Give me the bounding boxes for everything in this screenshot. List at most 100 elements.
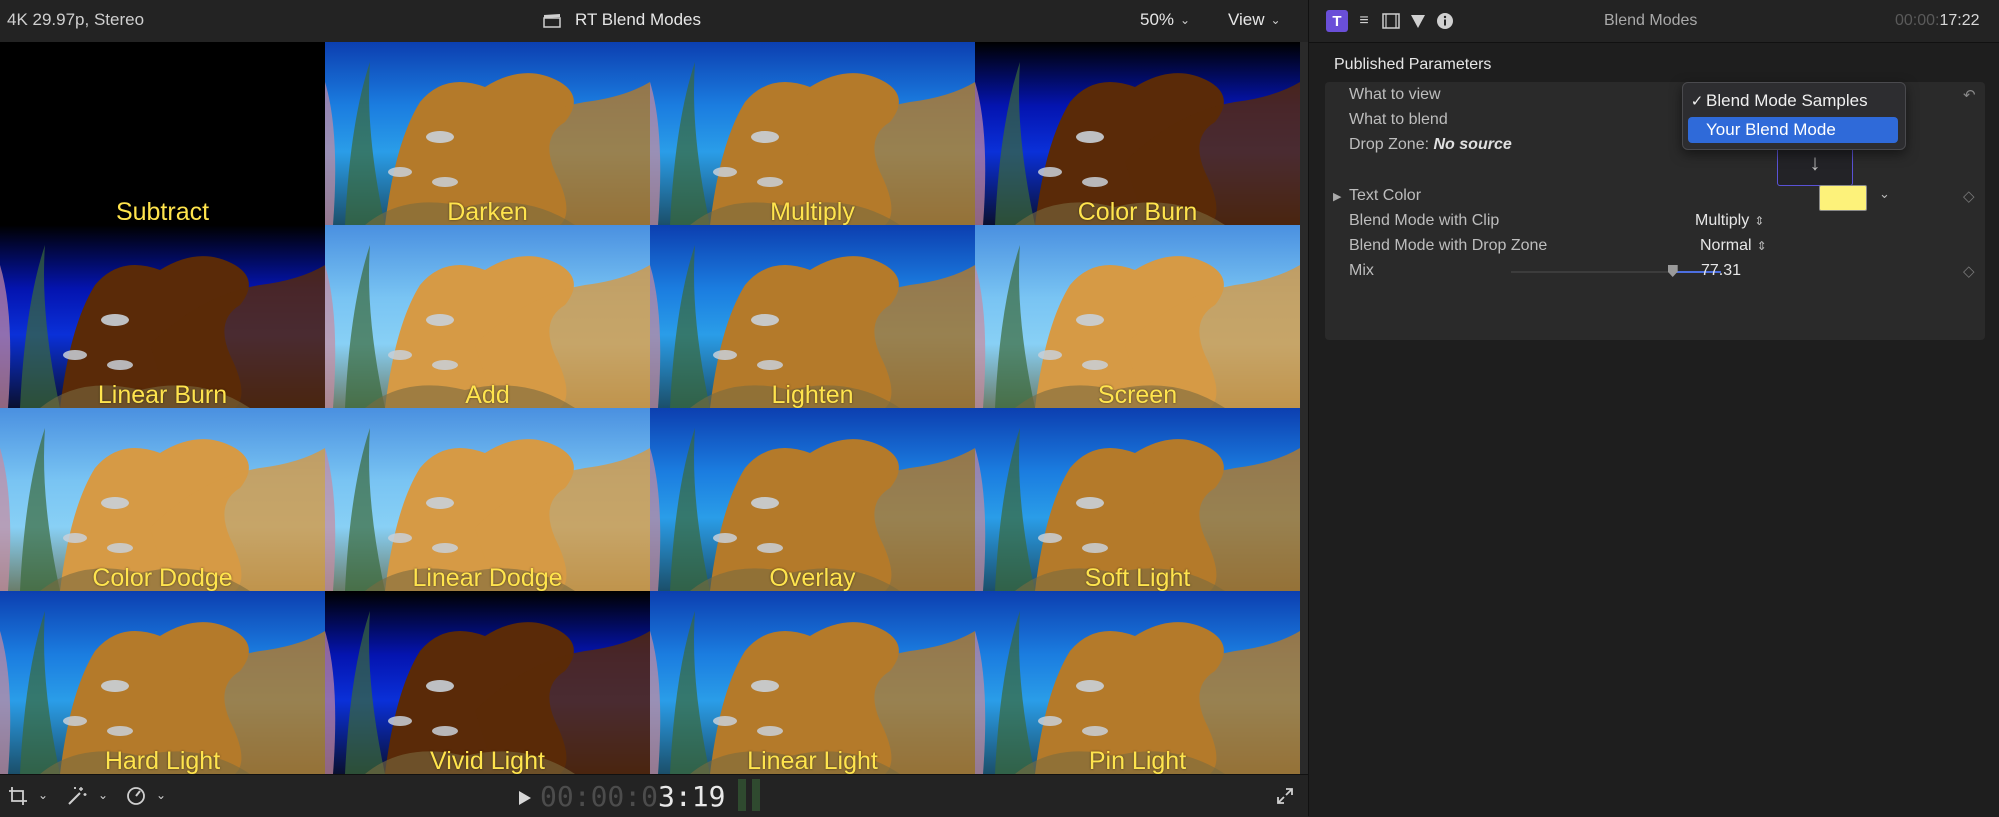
- enhance-menu[interactable]: ⌄: [66, 783, 108, 809]
- text-inspector-button[interactable]: T: [1326, 10, 1348, 32]
- view-menu[interactable]: View ⌄: [1228, 10, 1281, 30]
- blend-tile: Multiply: [650, 42, 975, 225]
- keyframe-diamond-icon[interactable]: ◇: [1963, 187, 1975, 205]
- expand-icon: [1277, 788, 1293, 804]
- blend-mode-label: Vivid Light: [430, 747, 545, 774]
- blend-clip-label: Blend Mode with Clip: [1349, 212, 1500, 229]
- blend-tile: Add: [325, 225, 650, 408]
- filter-inspector-button[interactable]: [1407, 10, 1429, 32]
- text-color-label: Text Color: [1349, 187, 1422, 204]
- chevron-down-icon: ⌄: [156, 788, 167, 802]
- blend-tile: Linear Light: [650, 591, 975, 774]
- blend-mode-label: Screen: [1097, 381, 1178, 408]
- blend-mode-label: Darken: [447, 198, 528, 225]
- clapper-icon: [543, 13, 561, 28]
- section-heading: Published Parameters: [1334, 56, 1492, 73]
- blend-mode-label: Subtract: [115, 198, 210, 225]
- transform-menu[interactable]: ⌄: [8, 783, 48, 809]
- fullscreen-button[interactable]: [1276, 783, 1294, 809]
- timecode-display: 00:00:03:19: [540, 780, 726, 813]
- blend-mode-label: Color Burn: [1077, 198, 1198, 225]
- blend-tile: Hard Light: [0, 591, 325, 774]
- text-color-swatch[interactable]: [1819, 185, 1867, 211]
- dropdown-option-your-blend-mode[interactable]: Your Blend Mode: [1688, 117, 1898, 143]
- film-icon: [1382, 13, 1400, 29]
- blend-mode-label: Overlay: [769, 564, 856, 591]
- viewer-header: 4K 29.97p, Stereo RT Blend Modes 50% ⌄ Vi…: [0, 0, 1308, 43]
- retime-menu[interactable]: ⌄: [126, 783, 166, 809]
- chevron-down-icon[interactable]: ⌄: [1879, 186, 1890, 202]
- what-to-blend-label: What to blend: [1349, 111, 1448, 128]
- drop-zone-value: No source: [1433, 136, 1512, 153]
- viewer-footer: ⌄ ⌄ ⌄ 00:00:03:19: [0, 774, 1308, 817]
- blend-mode-label: Color Dodge: [92, 564, 233, 591]
- chevron-down-icon: ⌄: [38, 788, 49, 802]
- format-info: 4K 29.97p, Stereo: [7, 10, 145, 29]
- dropdown-option-blend-mode-samples[interactable]: ✓ Blend Mode Samples: [1688, 88, 1898, 114]
- zoom-menu[interactable]: 50% ⌄: [1140, 10, 1190, 30]
- blend-mode-label: Multiply: [770, 198, 855, 225]
- drop-zone-label: Drop Zone: No source: [1349, 136, 1512, 153]
- blend-tile: Linear Burn: [0, 225, 325, 408]
- blend-tile: Soft Light: [975, 408, 1300, 591]
- meter-left: [738, 779, 746, 811]
- magic-wand-icon: [68, 787, 87, 805]
- paragraph-inspector-button[interactable]: ≡: [1353, 10, 1375, 32]
- inspector-toolbar: T ≡ Blend Modes 00:00:17:22: [1309, 0, 1999, 43]
- blend-mode-label: Linear Dodge: [412, 564, 563, 591]
- blend-tile: Lighten: [650, 225, 975, 408]
- project-title-text: RT Blend Modes: [575, 10, 701, 29]
- published-parameters: Published Parameters ↶ What to view What…: [1317, 50, 1985, 340]
- keyframe-diamond-icon[interactable]: ◇: [1963, 262, 1975, 280]
- play-icon: [519, 791, 531, 805]
- crop-icon: [9, 787, 27, 805]
- blend-mode-grid: Subtract Darken Multiply Color Burn Linear B…: [0, 42, 1300, 774]
- reset-icon[interactable]: ↶: [1963, 86, 1976, 104]
- video-inspector-button[interactable]: [1380, 10, 1402, 32]
- info-inspector-button[interactable]: [1434, 10, 1456, 32]
- up-down-icon: ⇕: [1754, 214, 1765, 228]
- play-button[interactable]: [518, 785, 532, 811]
- blend-tile: Linear Dodge: [325, 408, 650, 591]
- viewer-edge: [1300, 42, 1308, 774]
- blend-clip-popup[interactable]: Multiply ⇕: [1695, 212, 1764, 230]
- blend-mode-label: Linear Burn: [97, 381, 228, 408]
- blend-tile: Overlay: [650, 408, 975, 591]
- filter-icon: [1411, 15, 1425, 28]
- chevron-down-icon: ⌄: [1270, 13, 1281, 27]
- blend-mode-label: Linear Light: [747, 747, 878, 774]
- meter-right: [752, 779, 760, 811]
- blend-mode-label: Soft Light: [1084, 564, 1191, 591]
- mix-slider-knob[interactable]: [1667, 265, 1678, 277]
- mix-label: Mix: [1349, 262, 1374, 279]
- checkmark-icon: ✓: [1690, 93, 1704, 110]
- blend-mode-label: Lighten: [771, 381, 854, 408]
- chevron-down-icon: ⌄: [98, 788, 109, 802]
- project-title: RT Blend Modes: [543, 10, 701, 30]
- inspector: T ≡ Blend Modes 00:00:17:22 Published Pa…: [1308, 0, 1999, 816]
- blend-tile: Color Dodge: [0, 408, 325, 591]
- blend-tile: Darken: [325, 42, 650, 225]
- chevron-down-icon: ⌄: [1180, 13, 1191, 27]
- disclosure-triangle-icon[interactable]: ▶: [1333, 190, 1341, 203]
- mix-value[interactable]: 77.31: [1701, 262, 1741, 280]
- blend-mode-label: Add: [465, 381, 510, 408]
- blend-tile: Subtract: [0, 42, 325, 225]
- blend-tile: Vivid Light: [325, 591, 650, 774]
- arrow-down-icon: ↓: [1809, 150, 1821, 175]
- inspector-timecode: 00:00:17:22: [1895, 12, 1980, 29]
- blend-tile: Screen: [975, 225, 1300, 408]
- blend-tile: Color Burn: [975, 42, 1300, 225]
- blend-mode-label: Pin Light: [1088, 747, 1187, 774]
- up-down-icon: ⇕: [1756, 239, 1767, 253]
- info-icon: [1437, 13, 1453, 29]
- audio-meters[interactable]: [738, 779, 760, 811]
- blend-mode-label: Hard Light: [104, 747, 221, 774]
- viewer: 4K 29.97p, Stereo RT Blend Modes 50% ⌄ Vi…: [0, 0, 1308, 817]
- blend-drop-zone-label: Blend Mode with Drop Zone: [1349, 237, 1548, 254]
- mix-slider[interactable]: [1511, 265, 1721, 277]
- blend-drop-zone-popup[interactable]: Normal ⇕: [1700, 237, 1767, 255]
- text-icon: T: [1332, 12, 1342, 30]
- what-to-view-dropdown[interactable]: ✓ Blend Mode Samples Your Blend Mode: [1682, 82, 1906, 150]
- paragraph-icon: ≡: [1359, 12, 1369, 29]
